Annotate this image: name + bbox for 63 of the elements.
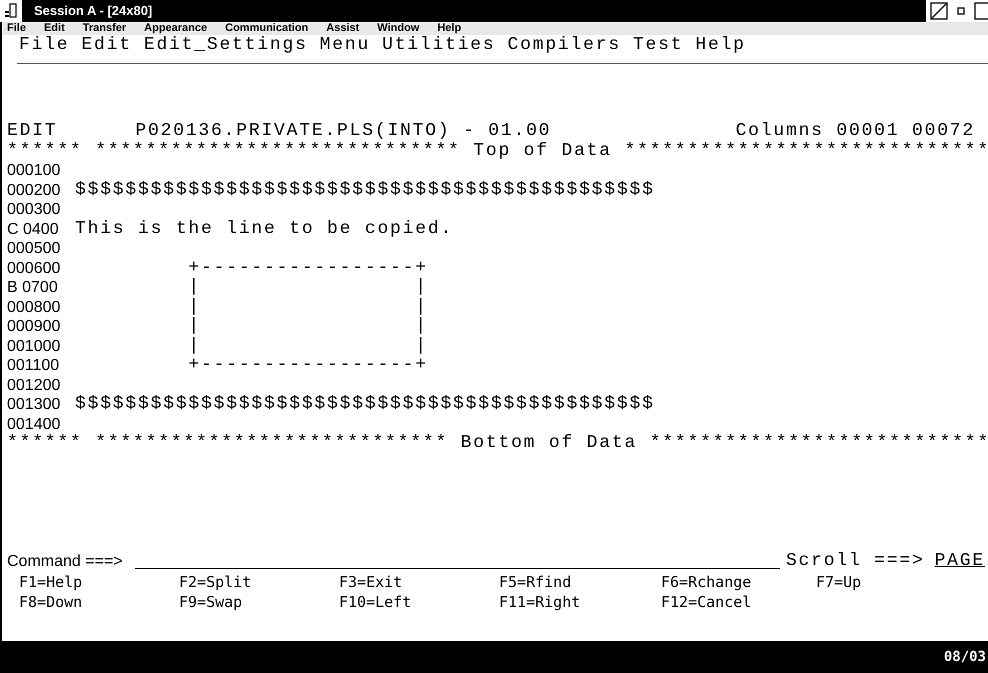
line-number[interactable]: 001200	[7, 376, 75, 395]
window-menu-item[interactable]: Assist	[326, 22, 360, 35]
ispf-menu-item[interactable]: File	[19, 36, 70, 56]
command-label: Command ===>	[7, 552, 123, 572]
window-menu-item[interactable]: Communication	[225, 22, 308, 35]
line-text: +-----------------+	[187, 258, 428, 278]
line-number[interactable]: 000900	[7, 317, 75, 336]
line-number[interactable]: 000100	[7, 161, 75, 180]
cursor-position: 08/03	[944, 648, 986, 666]
window-menu-item[interactable]: Appearance	[144, 22, 208, 35]
bottom-of-data-marker: ****** **************************** Bottom of Data ***************************	[7, 434, 988, 454]
function-key-label: F7=Up	[816, 572, 862, 592]
line-text: This is the line to be copied.	[75, 220, 454, 239]
window-title: Session A - [24x80]	[34, 2, 152, 20]
line-text: $$$$$$$$$$$$$$$$$$$$$$$$$$$$$$$$$$$$$$$$$$$$$$	[75, 395, 655, 414]
line-number[interactable]: 000600	[7, 258, 75, 278]
line-number[interactable]: C 0400	[7, 220, 75, 239]
top-of-data-marker: ****** ***************************** Top of Data *****************************	[7, 142, 988, 161]
line-number[interactable]: B 0700	[7, 278, 75, 298]
window-menu-item[interactable]: Window	[377, 22, 420, 35]
line-text: $$$$$$$$$$$$$$$$$$$$$$$$$$$$$$$$$$$$$$$$$$$$$$	[75, 180, 655, 200]
scroll-label: Scroll ===>	[786, 552, 925, 572]
terminal-icon	[4, 3, 18, 19]
function-key-label: F11=Right	[499, 592, 582, 612]
window-menu-item[interactable]: File	[7, 22, 26, 35]
function-key-label: F6=Rchange	[661, 572, 752, 592]
restore-icon[interactable]	[930, 2, 948, 20]
line-number[interactable]: 001000	[7, 336, 75, 356]
line-text: | |	[187, 317, 428, 336]
function-key-label: F9=Swap	[179, 592, 244, 612]
line-number[interactable]: 000200	[7, 180, 75, 200]
function-key-label: F10=Left	[339, 592, 412, 612]
line-text: +-----------------+	[187, 356, 428, 376]
line-text: | |	[187, 336, 428, 356]
columns-indicator: Columns 00001 00072	[736, 122, 975, 142]
function-key-label: F2=Split	[179, 572, 252, 592]
ispf-menu-item[interactable]: Compilers	[508, 36, 621, 56]
window-menu-item[interactable]: Transfer	[82, 22, 126, 35]
function-key-label: F8=Down	[19, 592, 84, 612]
line-text: | |	[187, 298, 428, 317]
ispf-menu-item[interactable]: Utilities	[382, 36, 496, 56]
line-number[interactable]: 001300	[7, 395, 75, 414]
function-key-label: F1=Help	[19, 572, 84, 592]
ispf-menu-item[interactable]: Edit	[81, 36, 132, 56]
edit-mode-label: EDIT	[7, 122, 58, 142]
line-text: | |	[187, 278, 428, 298]
function-key-label: F5=Rfind	[499, 572, 572, 592]
ispf-menu-item[interactable]: Edit_Settings	[144, 36, 308, 56]
maximize-icon[interactable]	[974, 2, 988, 20]
ispf-menu-item[interactable]: Test	[632, 36, 684, 56]
function-key-label: F3=Exit	[339, 572, 404, 592]
function-key-label: F12=Cancel	[661, 592, 752, 612]
scroll-amount-field[interactable]: PAGE	[934, 552, 985, 572]
line-number[interactable]: 000300	[7, 200, 75, 220]
window-menu-item[interactable]: Edit	[44, 22, 65, 35]
line-number[interactable]: 001400	[7, 414, 75, 434]
line-number[interactable]: 001100	[7, 356, 75, 376]
window-menu-item[interactable]: Help	[437, 22, 462, 35]
ispf-menu-item[interactable]: Help	[695, 36, 746, 56]
ispf-menu-item[interactable]: Menu	[320, 36, 370, 56]
dataset-name: P020136.PRIVATE.PLS(INTO) - 01.00	[135, 122, 552, 142]
line-number[interactable]: 000500	[7, 239, 75, 258]
line-number[interactable]: 000800	[7, 298, 75, 317]
